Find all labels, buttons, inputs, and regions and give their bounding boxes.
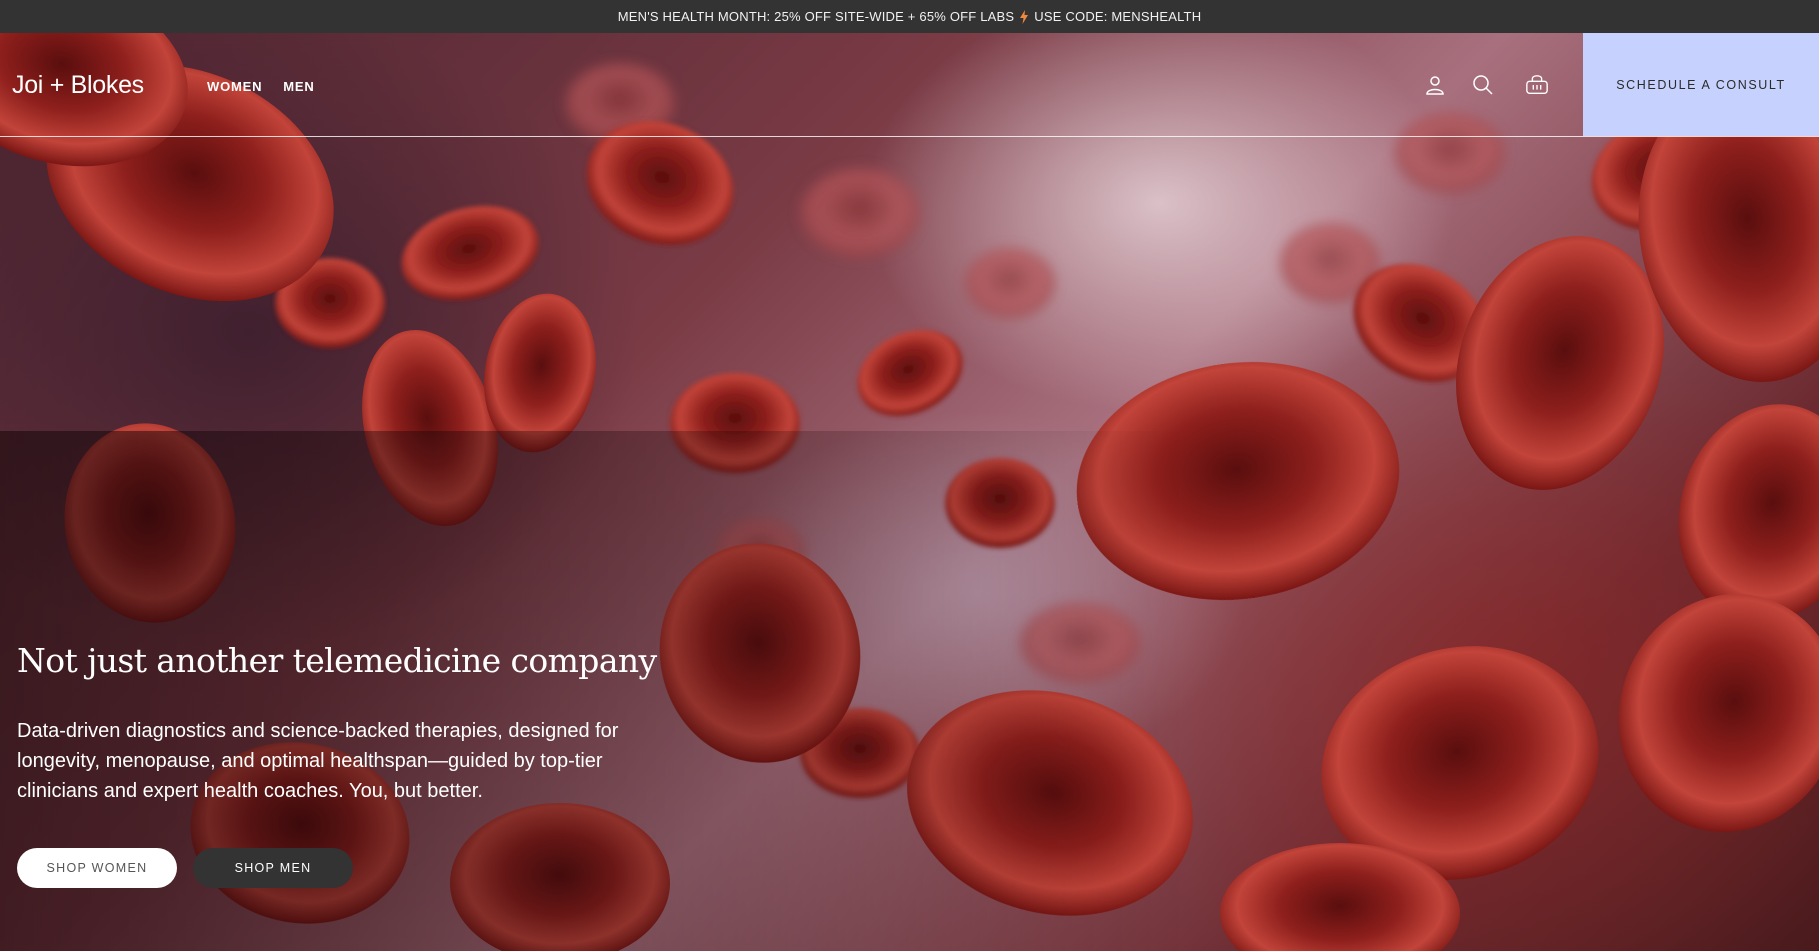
announcement-text: MEN'S HEALTH MONTH: 25% OFF SITE-WIDE + … [617, 9, 1015, 24]
promo-code-text: USE CODE: MENSHEALTH [1034, 9, 1202, 24]
main-nav: WOMEN MEN [207, 79, 315, 94]
schedule-consult-button[interactable]: SCHEDULE A CONSULT [1583, 33, 1819, 136]
shop-women-button[interactable]: SHOP WOMEN [17, 848, 177, 888]
nav-link-women[interactable]: WOMEN [207, 79, 262, 94]
announcement-bar: MEN'S HEALTH MONTH: 25% OFF SITE-WIDE + … [0, 0, 1819, 33]
account-icon[interactable] [1423, 73, 1447, 97]
site-logo[interactable]: Joi + Blokes [12, 71, 144, 100]
shop-men-button[interactable]: SHOP MEN [193, 848, 353, 888]
cart-icon[interactable] [1525, 73, 1549, 97]
nav-link-men[interactable]: MEN [283, 79, 314, 94]
hero-section [0, 33, 1819, 951]
search-icon[interactable] [1471, 73, 1495, 97]
site-header: Joi + Blokes WOMEN MEN SCHEDULE A CONSUL… [0, 33, 1819, 137]
lightning-bolt-icon [1020, 9, 1029, 24]
hero-headline: Not just another telemedicine company [17, 641, 657, 680]
hero-subcopy: Data-driven diagnostics and science-back… [17, 720, 619, 802]
